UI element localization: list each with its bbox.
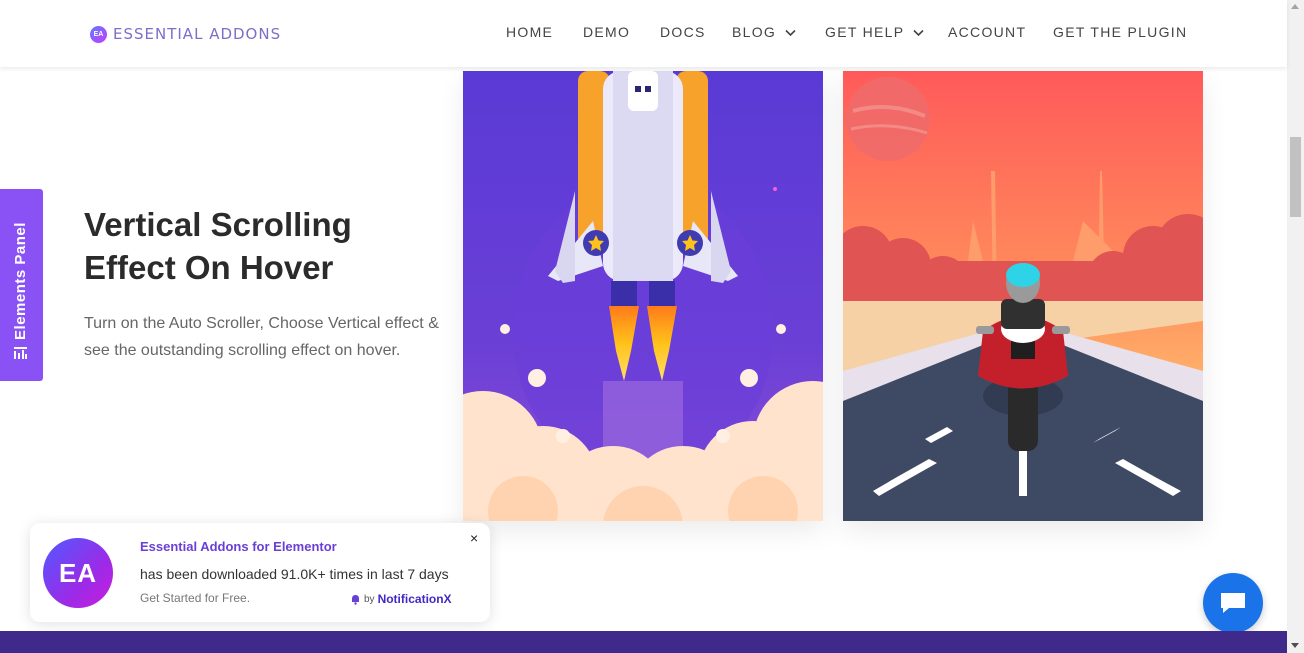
by-prefix: by <box>364 593 375 605</box>
chat-icon <box>1221 593 1245 613</box>
rocket-card[interactable] <box>463 71 823 521</box>
ea-logo-text: EA <box>58 557 98 588</box>
scroll-up-icon[interactable] <box>1291 4 1299 9</box>
elements-panel-label: Elements Panel <box>12 222 29 340</box>
motorcycle-card[interactable] <box>843 71 1203 521</box>
main-nav: HOME DEMO DOCS BLOG GET HELP ACCOUNT GET… <box>0 0 1287 67</box>
notification-logo: EA <box>43 538 113 608</box>
site-header: EA ESSENTIAL ADDONS HOME DEMO DOCS BLOG … <box>0 0 1287 67</box>
nav-account[interactable]: ACCOUNT <box>948 24 1026 40</box>
chevron-down-icon <box>785 29 796 36</box>
scroll-down-icon[interactable] <box>1291 643 1299 648</box>
close-icon[interactable]: × <box>470 530 478 546</box>
scroll-thumb[interactable] <box>1290 137 1301 217</box>
page-scrollbar[interactable] <box>1287 0 1304 653</box>
rocket-illustration <box>463 71 823 521</box>
nav-demo[interactable]: DEMO <box>583 24 630 40</box>
chat-button[interactable] <box>1203 573 1263 633</box>
nav-get-help[interactable]: GET HELP <box>825 24 924 40</box>
motorcycle-illustration <box>843 71 1203 521</box>
notification-cta[interactable]: Get Started for Free. <box>140 591 250 605</box>
section-description: Turn on the Auto Scroller, Choose Vertic… <box>84 315 439 359</box>
nav-get-the-plugin[interactable]: GET THE PLUGIN <box>1053 24 1187 40</box>
bell-icon <box>352 594 359 605</box>
notificationx-credit[interactable]: by NotificationX <box>350 592 452 606</box>
bar-chart-icon <box>14 347 27 359</box>
notification-body: has been downloaded 91.0K+ times in last… <box>140 566 449 582</box>
nav-docs[interactable]: DOCS <box>660 24 706 40</box>
chevron-down-icon <box>913 29 924 36</box>
nav-blog[interactable]: BLOG <box>732 24 796 40</box>
section-title: Vertical Scrolling Effect On Hover <box>84 206 352 286</box>
notificationx-brand: NotificationX <box>377 592 452 606</box>
nav-home[interactable]: HOME <box>506 24 553 40</box>
notification-title[interactable]: Essential Addons for Elementor <box>140 539 337 554</box>
footer-band <box>0 631 1287 653</box>
elements-panel-tab[interactable]: Elements Panel <box>0 189 43 381</box>
download-notification[interactable]: EA Essential Addons for Elementor has be… <box>30 523 490 622</box>
